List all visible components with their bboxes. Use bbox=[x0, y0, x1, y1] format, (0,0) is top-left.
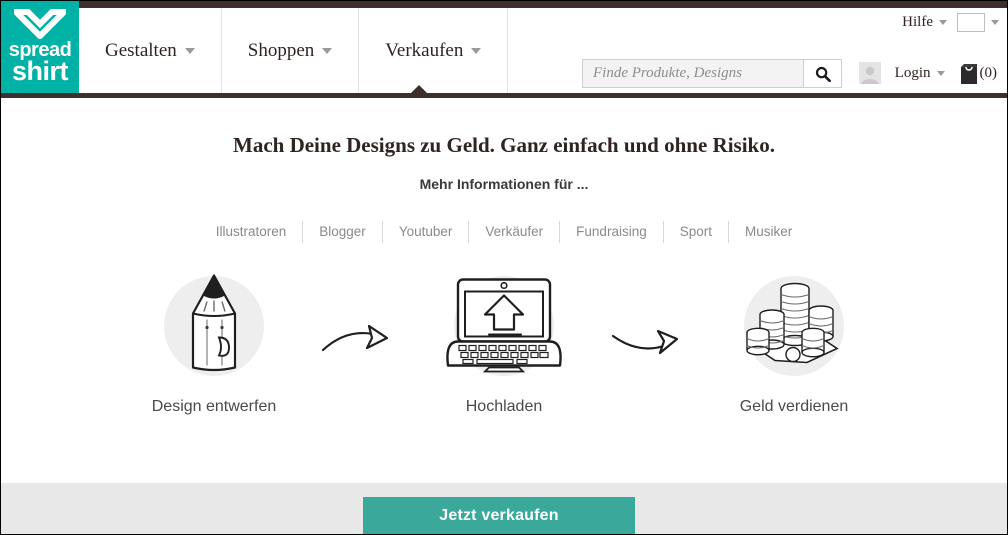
audience-link-musiker[interactable]: Musiker bbox=[729, 221, 808, 243]
login-link[interactable]: Login bbox=[895, 65, 945, 82]
chevron-down-icon bbox=[936, 70, 945, 76]
main-content: Mach Deine Designs zu Geld. Ganz einfach… bbox=[1, 98, 1007, 483]
nav-item-label: Shoppen bbox=[247, 39, 315, 61]
step-icon-background bbox=[164, 274, 264, 376]
step-icon-background bbox=[744, 276, 844, 376]
audience-link-verkaeufer[interactable]: Verkäufer bbox=[469, 221, 561, 243]
arrow-gap-2 bbox=[594, 268, 704, 367]
nav-item-verkaufen[interactable]: Verkaufen bbox=[359, 8, 509, 93]
arrow-gap-1 bbox=[304, 268, 414, 367]
nav-item-gestalten[interactable]: Gestalten bbox=[79, 8, 222, 93]
utility-row: Hilfe bbox=[902, 13, 999, 32]
account-row: Login (0) bbox=[858, 61, 998, 85]
page-headline: Mach Deine Designs zu Geld. Ganz einfach… bbox=[233, 133, 775, 158]
nav-item-label: Gestalten bbox=[105, 39, 177, 61]
login-label: Login bbox=[894, 64, 931, 81]
jetzt-verkaufen-button[interactable]: Jetzt verkaufen bbox=[363, 497, 635, 534]
search-icon bbox=[815, 66, 831, 82]
search-button[interactable] bbox=[803, 60, 841, 87]
avatar bbox=[858, 62, 881, 84]
step-geld-verdienen[interactable]: Geld verdienen bbox=[704, 268, 884, 416]
country-selector[interactable] bbox=[957, 13, 999, 32]
step-design-entwerfen[interactable]: Design entwerfen bbox=[124, 268, 304, 416]
arrow-right-icon bbox=[609, 320, 689, 367]
step-label: Hochladen bbox=[465, 398, 543, 415]
chevron-down-icon bbox=[322, 47, 333, 54]
cart-count: (0) bbox=[979, 64, 998, 81]
audience-link-illustratoren[interactable]: Illustratoren bbox=[200, 221, 304, 243]
help-label: Hilfe bbox=[902, 14, 933, 30]
header-top-strip bbox=[79, 1, 1007, 8]
cart-link[interactable]: (0) bbox=[959, 61, 998, 85]
audience-link-sport[interactable]: Sport bbox=[664, 221, 729, 243]
chevron-down-icon bbox=[939, 20, 947, 25]
shopping-bag-icon bbox=[960, 64, 977, 84]
nav-item-label: Verkaufen bbox=[385, 39, 464, 61]
step-icon-background bbox=[446, 276, 562, 376]
audience-link-blogger[interactable]: Blogger bbox=[303, 221, 383, 243]
audience-link-youtuber[interactable]: Youtuber bbox=[383, 221, 470, 243]
germany-flag-icon bbox=[957, 13, 985, 32]
active-tab-indicator bbox=[410, 85, 428, 94]
coins-icon bbox=[741, 275, 847, 378]
laptop-upload-icon bbox=[439, 272, 569, 381]
page-subheadline: Mehr Informationen für ... bbox=[419, 176, 589, 192]
audience-link-row: Illustratoren Blogger Youtuber Verkäufer… bbox=[1, 221, 1007, 243]
spreadshirt-logo[interactable]: spread shirt bbox=[1, 1, 79, 98]
chevron-down-icon bbox=[991, 20, 999, 25]
audience-link-fundraising[interactable]: Fundraising bbox=[560, 221, 664, 243]
site-header: spread shirt Gestalten Shoppen Verkaufen… bbox=[1, 1, 1007, 98]
steps-row: Design entwerfen Hochladen Geld verdiene… bbox=[1, 268, 1007, 416]
pencil-icon bbox=[177, 272, 251, 381]
arrow-right-icon bbox=[319, 320, 399, 367]
chevron-down-icon bbox=[471, 47, 482, 54]
primary-nav: Gestalten Shoppen Verkaufen bbox=[79, 8, 509, 93]
page-root: spread shirt Gestalten Shoppen Verkaufen… bbox=[0, 0, 1008, 535]
chevron-down-icon bbox=[184, 47, 195, 54]
search-box bbox=[582, 59, 842, 88]
nav-item-shoppen[interactable]: Shoppen bbox=[222, 8, 360, 93]
help-link[interactable]: Hilfe bbox=[902, 14, 947, 31]
step-label: Design entwerfen bbox=[151, 398, 277, 415]
step-label: Geld verdienen bbox=[739, 398, 849, 415]
step-hochladen[interactable]: Hochladen bbox=[414, 268, 594, 416]
logo-word-shirt: shirt bbox=[11, 56, 69, 86]
search-input[interactable] bbox=[583, 60, 803, 87]
